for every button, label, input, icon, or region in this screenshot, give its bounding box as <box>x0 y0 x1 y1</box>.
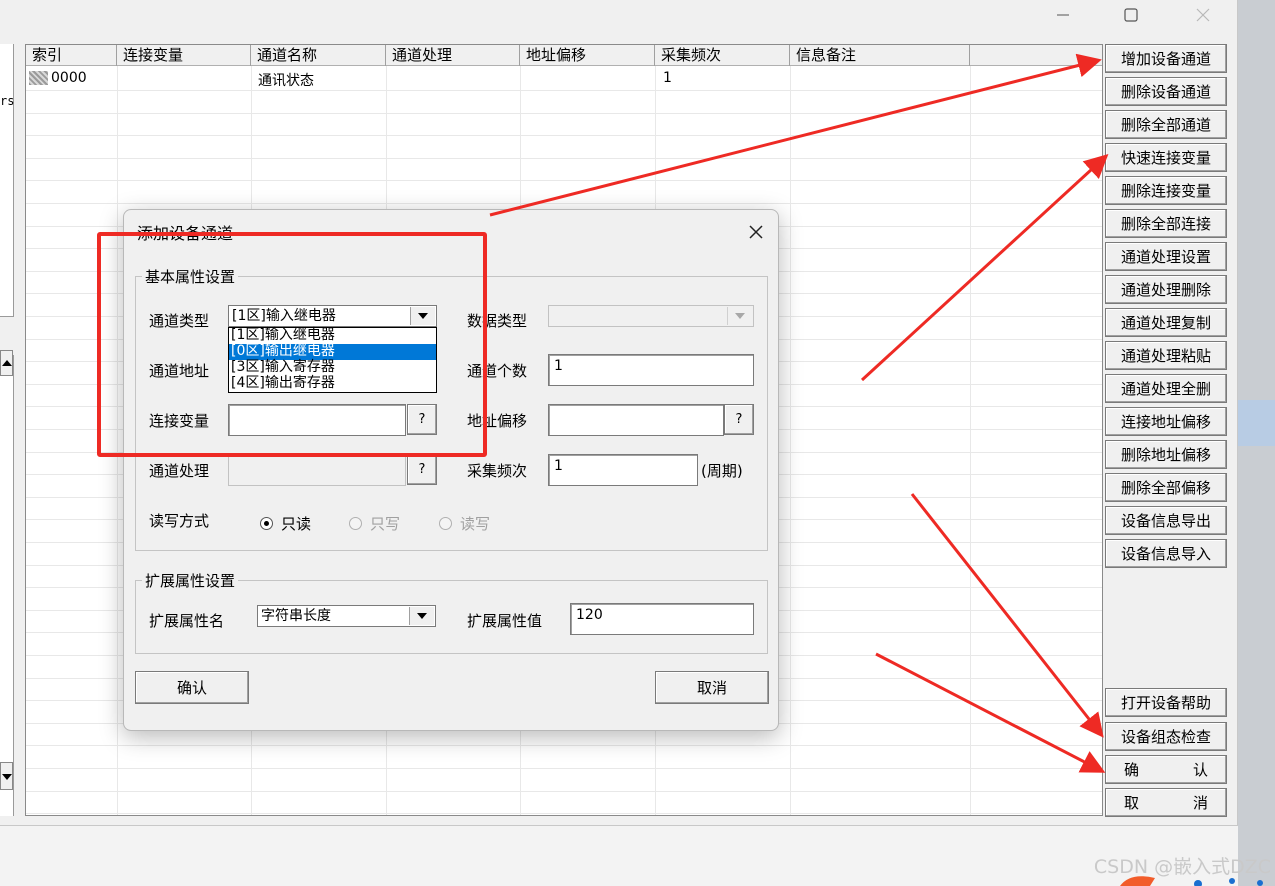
right-button-6[interactable]: 通道处理设置 <box>1105 242 1227 271</box>
right-button-1[interactable]: 删除设备通道 <box>1105 77 1227 106</box>
data-type-select[interactable] <box>548 305 754 327</box>
right-button-12[interactable]: 删除地址偏移 <box>1105 440 1227 469</box>
right-button-9[interactable]: 通道处理粘贴 <box>1105 341 1227 370</box>
logo-strip <box>1120 876 1263 886</box>
highlight-box <box>97 232 487 457</box>
ext-name-select[interactable]: 字符串长度 <box>257 605 436 627</box>
radio-read-only[interactable]: 只读 <box>260 513 311 534</box>
col-filler <box>970 45 1102 66</box>
desktop-background-strip <box>1238 400 1275 446</box>
radio-read-write-circle <box>439 517 452 530</box>
radio-write-only-circle <box>349 517 362 530</box>
period-label: (周期) <box>701 462 743 480</box>
right-button-7[interactable]: 通道处理删除 <box>1105 275 1227 304</box>
grid-row-line <box>26 791 1102 792</box>
left-panel-text: rs <box>0 94 15 108</box>
left-tree-panel: rs <box>0 44 14 816</box>
col-freq[interactable]: 采集频次 <box>655 45 790 66</box>
device-config-check-button[interactable]: 设备组态检查 <box>1105 722 1227 751</box>
main-cancel-label-b: 消 <box>1192 794 1208 812</box>
col-offset[interactable]: 地址偏移 <box>520 45 655 66</box>
grid-col-line <box>970 66 971 815</box>
collect-frequency-input[interactable]: 1 <box>548 454 698 486</box>
right-button-4[interactable]: 删除连接变量 <box>1105 176 1227 205</box>
channel-process-input <box>228 454 406 486</box>
chevron-down-icon <box>727 307 752 325</box>
grid-col-line <box>790 66 791 815</box>
scroll-down-button[interactable] <box>0 762 13 790</box>
row-icon <box>29 71 48 85</box>
radio-read-only-circle[interactable] <box>260 517 273 530</box>
dialog-cancel-button[interactable]: 取消 <box>655 671 769 704</box>
right-button-15[interactable]: 设备信息导入 <box>1105 539 1227 568</box>
ext-group-title: 扩展属性设置 <box>142 570 239 591</box>
ext-value-input[interactable]: 120 <box>570 603 754 635</box>
close-window-icon[interactable] <box>1180 0 1226 30</box>
channel-process-label: 通道处理 <box>149 462 210 480</box>
right-button-11[interactable]: 连接地址偏移 <box>1105 407 1227 436</box>
ext-name-value: 字符串长度 <box>261 608 331 624</box>
maximize-icon[interactable] <box>1108 0 1154 30</box>
grid-row-line <box>26 203 1102 204</box>
main-ok-label-a: 确 <box>1124 761 1140 779</box>
right-button-13[interactable]: 删除全部偏移 <box>1105 473 1227 502</box>
right-button-10[interactable]: 通道处理全删 <box>1105 374 1227 403</box>
dialog-ok-button[interactable]: 确认 <box>135 671 249 704</box>
grid-row-line <box>26 813 1102 814</box>
radio-read-write-label: 读写 <box>460 515 491 533</box>
col-index[interactable]: 索引 <box>26 45 117 66</box>
main-ok-button[interactable]: 确 认 <box>1105 755 1227 784</box>
scroll-up-button[interactable] <box>0 350 13 376</box>
right-button-8[interactable]: 通道处理复制 <box>1105 308 1227 337</box>
cell-freq: 1 <box>663 70 672 86</box>
right-button-5[interactable]: 删除全部连接 <box>1105 209 1227 238</box>
table-row[interactable]: 0000 通讯状态 1 <box>26 68 1102 90</box>
read-write-label: 读写方式 <box>149 512 210 530</box>
right-button-0[interactable]: 增加设备通道 <box>1105 44 1227 73</box>
dialog-close-icon[interactable] <box>742 218 770 246</box>
right-button-3[interactable]: 快速连接变量 <box>1105 143 1227 172</box>
channel-count-input[interactable]: 1 <box>548 354 754 386</box>
open-device-help-button[interactable]: 打开设备帮助 <box>1105 688 1227 717</box>
minimize-icon[interactable] <box>1040 0 1086 30</box>
collect-frequency-label: 采集频次 <box>467 462 528 480</box>
cell-name: 通讯状态 <box>258 73 314 89</box>
ext-value-label: 扩展属性值 <box>467 612 543 630</box>
col-variable[interactable]: 连接变量 <box>117 45 251 66</box>
cell-index: 0000 <box>51 70 87 86</box>
address-offset-browse-button[interactable]: ? <box>724 404 754 435</box>
grid-row-line <box>26 768 1102 769</box>
col-process[interactable]: 通道处理 <box>386 45 520 66</box>
grid-row-line <box>26 158 1102 159</box>
right-button-2[interactable]: 删除全部通道 <box>1105 110 1227 139</box>
grid-row-line <box>26 135 1102 136</box>
ext-name-label: 扩展属性名 <box>149 612 225 630</box>
radio-read-write: 读写 <box>439 513 490 534</box>
grid-row-line <box>26 113 1102 114</box>
right-button-14[interactable]: 设备信息导出 <box>1105 506 1227 535</box>
main-ok-label-b: 认 <box>1192 761 1208 779</box>
channel-process-browse-button[interactable]: ? <box>407 454 437 485</box>
main-cancel-button[interactable]: 取 消 <box>1105 788 1227 817</box>
radio-write-only-label: 只写 <box>370 515 401 533</box>
grid-row-line <box>26 745 1102 746</box>
address-offset-input[interactable] <box>548 404 724 436</box>
grid-header: 索引 连接变量 通道名称 通道处理 地址偏移 采集频次 信息备注 <box>26 45 1102 66</box>
radio-read-only-label: 只读 <box>281 515 312 533</box>
radio-write-only: 只写 <box>349 513 400 534</box>
chevron-down-icon[interactable] <box>409 607 434 625</box>
col-name[interactable]: 通道名称 <box>251 45 386 66</box>
grid-row-line <box>26 90 1102 91</box>
col-note[interactable]: 信息备注 <box>790 45 970 66</box>
main-cancel-label-a: 取 <box>1124 794 1140 812</box>
grid-row-line <box>26 180 1102 181</box>
